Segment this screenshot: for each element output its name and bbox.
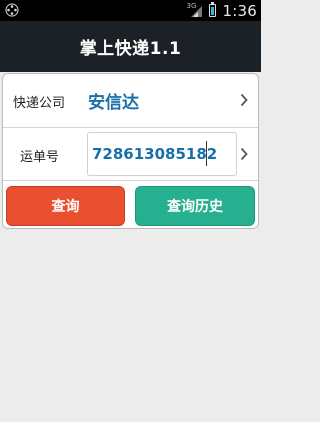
- query-button[interactable]: 查询: [6, 186, 125, 226]
- text-cursor: [206, 141, 207, 166]
- chevron-right-icon: [240, 93, 248, 107]
- company-row[interactable]: 快递公司 安信达: [3, 74, 258, 128]
- query-history-button[interactable]: 查询历史: [135, 186, 255, 226]
- tracking-label: 运单号: [20, 150, 60, 165]
- tracking-number-input[interactable]: [87, 132, 237, 176]
- status-time: 1:36: [222, 1, 257, 20]
- query-button-label: 查询: [51, 199, 80, 215]
- query-history-button-label: 查询历史: [167, 199, 223, 215]
- signal-strength-icon: 3G: [187, 2, 203, 18]
- title-bar: 掌上快递1.1: [0, 21, 261, 72]
- query-form: 快递公司 安信达 运单号 查询 查询历史: [2, 73, 259, 229]
- app-notification-icon: [5, 3, 19, 17]
- chevron-right-icon[interactable]: [240, 147, 248, 161]
- tracking-row: 运单号: [3, 128, 258, 181]
- company-value: 安信达: [88, 93, 139, 113]
- battery-icon: [208, 2, 216, 17]
- company-label: 快递公司: [13, 96, 66, 111]
- app-title: 掌上快递1.1: [79, 39, 182, 59]
- status-bar: 3G 1:36: [0, 0, 261, 21]
